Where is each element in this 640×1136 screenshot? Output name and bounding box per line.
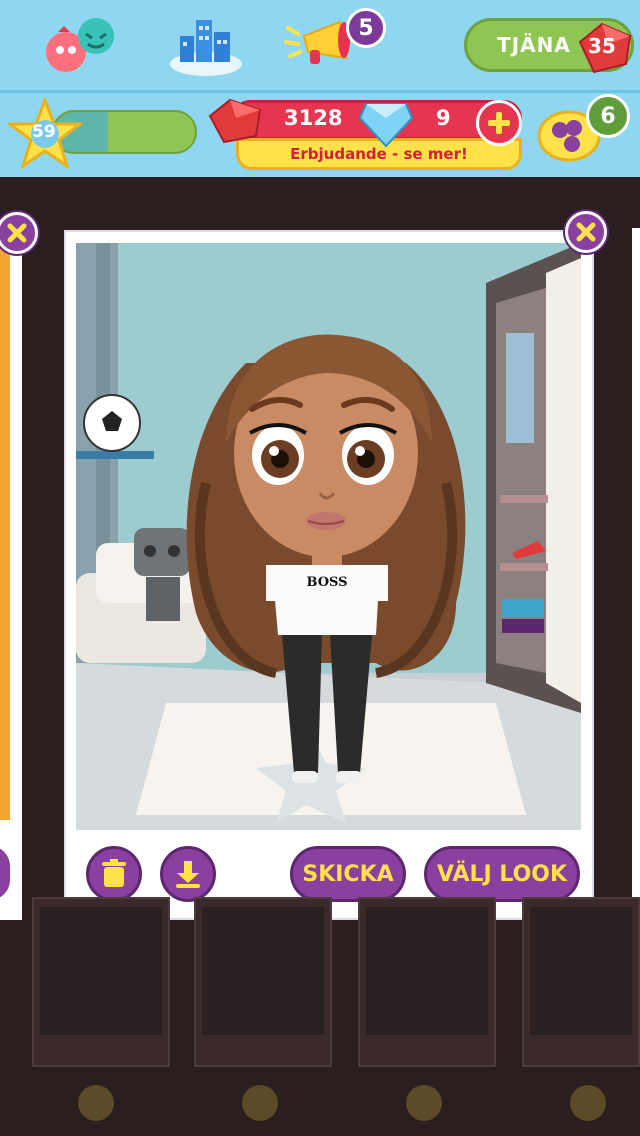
send-label: SKICKA	[302, 861, 394, 887]
side-card-left[interactable]	[0, 232, 22, 920]
choose-look-button[interactable]: VÄLJ LOOK	[424, 846, 580, 902]
shirt-text: BOSS	[306, 575, 348, 590]
look-thumbnail[interactable]	[522, 897, 640, 1067]
look-thumbnail[interactable]	[32, 897, 170, 1067]
side-card-right[interactable]	[632, 228, 640, 918]
add-currency-button[interactable]	[476, 100, 522, 146]
earn-label: TJÄNA	[497, 33, 571, 57]
close-icon	[7, 223, 27, 243]
friends-icon[interactable]	[38, 12, 128, 76]
city-icon[interactable]	[168, 10, 244, 78]
thumbnail-delete-button[interactable]	[570, 1085, 606, 1121]
momo-count-badge: 6	[586, 94, 630, 138]
look-thumbnail[interactable]	[358, 897, 496, 1067]
close-card-button[interactable]	[565, 211, 607, 253]
trash-icon	[102, 859, 126, 887]
news-count-badge: 5	[346, 8, 386, 48]
ruby-earn-icon: 35	[572, 20, 636, 76]
ruby-icon	[206, 98, 264, 144]
ruby-count: 3128	[284, 106, 343, 130]
look-card: BOSS SKICKA VÄLJ LOOK	[64, 230, 594, 920]
diamond-count: 9	[436, 106, 451, 130]
side-card-left-photo	[0, 240, 10, 820]
diamond-icon	[358, 100, 414, 148]
close-icon	[576, 222, 596, 242]
thumbnail-delete-button[interactable]	[242, 1085, 278, 1121]
avatar-photo: BOSS	[76, 243, 581, 830]
choose-look-label: VÄLJ LOOK	[436, 861, 568, 887]
plus-icon	[488, 112, 510, 134]
level-star-icon: 59	[5, 95, 85, 170]
earn-count: 35	[588, 34, 616, 58]
top-bar: 5 TJÄNA 35	[0, 0, 640, 93]
download-button[interactable]	[160, 846, 216, 902]
look-thumbnail[interactable]	[194, 897, 332, 1067]
delete-button[interactable]	[86, 846, 142, 902]
send-button[interactable]: SKICKA	[290, 846, 406, 902]
download-icon	[176, 861, 200, 888]
thumbnail-delete-button[interactable]	[78, 1085, 114, 1121]
thumbnail-delete-button[interactable]	[406, 1085, 442, 1121]
level-number: 59	[32, 122, 56, 142]
